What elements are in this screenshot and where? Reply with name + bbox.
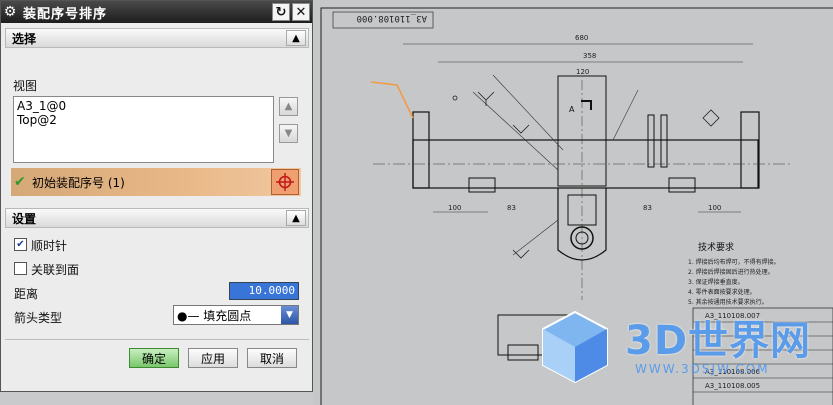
distance-label: 距离 — [14, 287, 39, 301]
select-section-label: 选择 — [12, 31, 37, 46]
cancel-button[interactable]: 取消 — [247, 348, 297, 368]
arrow-type-value: ●— 填充圆点 — [177, 308, 252, 323]
gear-icon[interactable]: ⚙ — [1, 4, 19, 20]
checkmark-icon: ✔ — [14, 174, 26, 190]
settings-section-label: 设置 — [12, 211, 37, 226]
view-label: 视图 — [13, 79, 38, 93]
dim-mid-label: 358 — [583, 52, 596, 60]
collapse-select-icon[interactable]: ▲ — [286, 30, 306, 46]
title-block-text: A3_110108.000 — [357, 13, 427, 23]
select-object-button[interactable] — [271, 169, 299, 195]
move-down-button[interactable]: ▼ — [279, 124, 298, 143]
initial-sequence-row[interactable]: ✔ 初始装配序号 (1) — [11, 168, 301, 196]
watermark-title: 3D世界网 — [625, 318, 812, 364]
associate-face-checkbox[interactable] — [14, 262, 27, 275]
chevron-down-icon[interactable]: ▼ — [281, 306, 298, 324]
associate-face-label: 关联到面 — [31, 263, 80, 277]
dim-right-100-label: 100 — [708, 204, 721, 212]
arrow-type-label: 箭头类型 — [14, 311, 63, 325]
assembly-sequence-dialog: ⚙ 装配序号排序 ↻ ✕ 选择 ▲ 视图 A3_1@0 Top@2 ▲ ▼ ✔ … — [0, 0, 313, 392]
settings-section-header[interactable]: 设置 ▲ — [5, 208, 309, 228]
distance-input[interactable]: 10.0000 — [229, 282, 299, 300]
initial-sequence-label: 初始装配序号 (1) — [32, 175, 125, 190]
close-button[interactable]: ✕ — [292, 3, 310, 21]
clockwise-checkbox[interactable]: ✔ — [14, 238, 27, 251]
cube-logo-icon — [542, 310, 608, 384]
arrow-type-select[interactable]: ●— 填充圆点 ▼ — [173, 305, 299, 325]
button-divider — [5, 339, 309, 340]
dialog-titlebar[interactable]: ⚙ 装配序号排序 ↻ ✕ — [1, 1, 312, 23]
list-item[interactable]: A3_1@0 — [17, 99, 270, 113]
tech-heading: 技术要求 — [698, 241, 734, 253]
tech-note-2: 2. 焊接后焊接固后进行热处理。 — [688, 268, 774, 276]
dim-left-100-label: 100 — [448, 204, 461, 212]
dim-120-label: 120 — [576, 68, 589, 76]
section-a-label: A — [569, 105, 575, 114]
list-item[interactable]: Top@2 — [17, 113, 270, 127]
ok-button[interactable]: 确定 — [129, 348, 179, 368]
dim-top-label: 680 — [575, 34, 588, 42]
tech-note-4: 4. 零件表面按要求处理。 — [688, 288, 756, 296]
dim-left-83-label: 83 — [507, 204, 516, 212]
cad-drawing-canvas[interactable]: A3_110108.000 680 358 120 A 100 100 83 8… — [313, 0, 833, 405]
tech-note-3: 3. 保证焊接垂直度。 — [688, 278, 744, 286]
crosshair-icon — [276, 173, 294, 191]
clockwise-label: 顺时针 — [31, 239, 68, 253]
watermark-url: WWW.3DSJW.COM — [635, 362, 770, 376]
collapse-settings-icon[interactable]: ▲ — [286, 210, 306, 226]
apply-button[interactable]: 应用 — [188, 348, 238, 368]
select-section-header[interactable]: 选择 ▲ — [5, 28, 309, 48]
arrow-down-icon: ▼ — [284, 128, 293, 139]
tech-note-1: 1. 焊接后均布焊可，不得有焊接。 — [688, 258, 780, 266]
arrow-up-icon: ▲ — [284, 101, 293, 112]
checkmark-icon: ✔ — [16, 239, 25, 250]
watermark: 3D世界网 WWW.3DSJW.COM — [535, 302, 833, 402]
move-up-button[interactable]: ▲ — [279, 97, 298, 116]
view-list[interactable]: A3_1@0 Top@2 — [13, 96, 274, 163]
reset-button[interactable]: ↻ — [272, 3, 290, 21]
dialog-title: 装配序号排序 — [23, 6, 108, 22]
dim-right-83-label: 83 — [643, 204, 652, 212]
